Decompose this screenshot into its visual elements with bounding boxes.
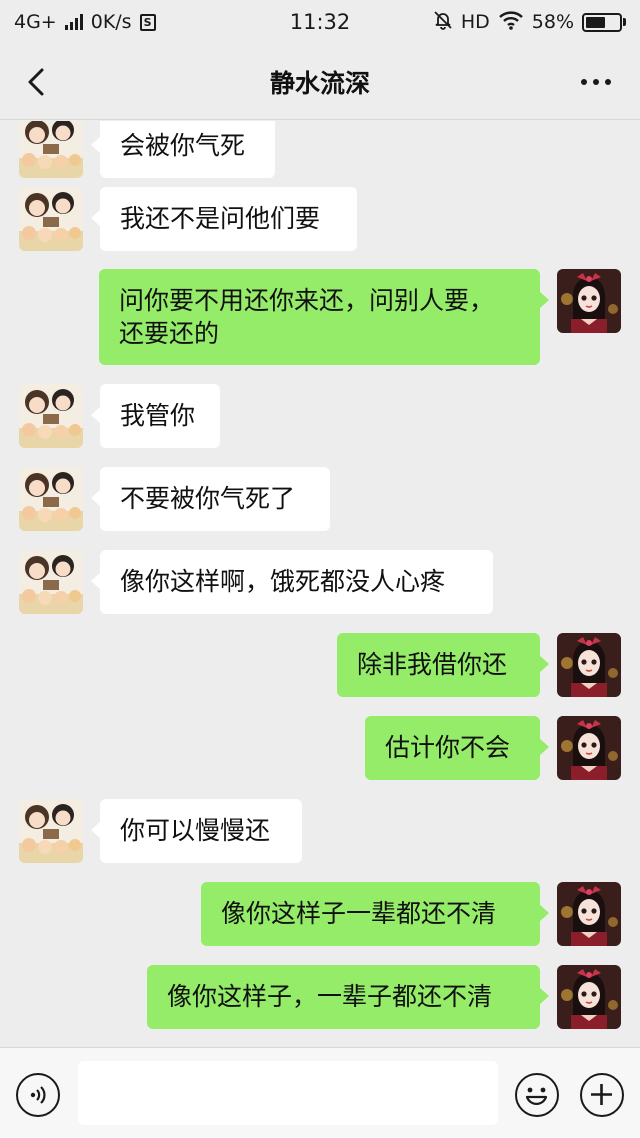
sim-icon: S bbox=[139, 13, 156, 31]
signal-icon bbox=[64, 14, 83, 30]
message-bubble[interactable]: 像你这样啊，饿死都没人心疼 bbox=[91, 550, 493, 614]
wifi-icon bbox=[498, 10, 524, 35]
status-right: HD 58% bbox=[433, 10, 626, 35]
status-bar: 4G+ 0K/s S 11:32 HD 58% bbox=[0, 0, 640, 44]
contact-avatar[interactable] bbox=[19, 550, 83, 614]
incoming-message: 我还不是问他们要 bbox=[0, 187, 640, 251]
message-bubble[interactable]: 不要被你气死了 bbox=[91, 467, 330, 531]
chat-title: 静水流深 bbox=[269, 69, 370, 98]
my-avatar[interactable] bbox=[557, 633, 621, 697]
message-bubble[interactable]: 问你要不用还你来还，问别人要， 还要还的 bbox=[99, 269, 549, 365]
my-avatar[interactable] bbox=[557, 269, 621, 333]
message-list[interactable]: 会被你气死我还不是问他们要问你要不用还你来还，问别人要， 还要还的我管你不要被你… bbox=[0, 121, 640, 1047]
plus-button[interactable] bbox=[580, 1073, 624, 1117]
contact-avatar[interactable] bbox=[19, 799, 83, 863]
my-avatar[interactable] bbox=[557, 882, 621, 946]
outgoing-message: 除非我借你还 bbox=[0, 633, 640, 697]
message-bubble[interactable]: 我还不是问他们要 bbox=[91, 187, 357, 251]
my-avatar[interactable] bbox=[557, 716, 621, 780]
message-bubble[interactable]: 会被你气死 bbox=[91, 121, 275, 178]
battery-icon bbox=[582, 12, 626, 32]
contact-avatar[interactable] bbox=[19, 384, 83, 448]
outgoing-message: 估计你不会 bbox=[0, 716, 640, 780]
my-avatar[interactable] bbox=[557, 965, 621, 1029]
outgoing-message: 像你这样子一辈都还不清 bbox=[0, 882, 640, 946]
contact-avatar[interactable] bbox=[19, 467, 83, 531]
network-type: 4G+ bbox=[14, 11, 57, 33]
message-bubble[interactable]: 像你这样子一辈都还不清 bbox=[201, 882, 549, 946]
emoji-icon bbox=[525, 1087, 548, 1105]
hd-label: HD bbox=[460, 11, 490, 33]
status-left: 4G+ 0K/s S bbox=[14, 11, 156, 33]
chat-header: 静水流深 bbox=[0, 44, 640, 120]
message-bubble[interactable]: 像你这样子，一辈子都还不清 bbox=[147, 965, 549, 1029]
contact-avatar[interactable] bbox=[19, 187, 83, 251]
incoming-message: 你可以慢慢还 bbox=[0, 799, 640, 863]
plus-icon bbox=[591, 1084, 612, 1105]
message-bubble[interactable]: 我管你 bbox=[91, 384, 220, 448]
outgoing-message: 问你要不用还你来还，问别人要， 还要还的 bbox=[0, 269, 640, 365]
incoming-message: 会被你气死 bbox=[0, 121, 640, 178]
network-speed: 0K/s bbox=[90, 11, 132, 33]
incoming-message: 像你这样啊，饿死都没人心疼 bbox=[0, 550, 640, 614]
message-bubble[interactable]: 估计你不会 bbox=[365, 716, 549, 780]
voice-button[interactable] bbox=[16, 1073, 60, 1117]
voice-icon bbox=[30, 1086, 46, 1104]
more-button[interactable] bbox=[574, 64, 618, 100]
contact-avatar[interactable] bbox=[19, 121, 83, 178]
incoming-message: 不要被你气死了 bbox=[0, 467, 640, 531]
outgoing-message: 像你这样子，一辈子都还不清 bbox=[0, 965, 640, 1029]
incoming-message: 我管你 bbox=[0, 384, 640, 448]
message-input[interactable] bbox=[78, 1061, 498, 1125]
mute-bell-icon bbox=[433, 10, 453, 35]
message-bubble[interactable]: 你可以慢慢还 bbox=[91, 799, 302, 863]
emoji-button[interactable] bbox=[515, 1073, 559, 1117]
more-dots-icon bbox=[581, 79, 587, 85]
message-bubble[interactable]: 除非我借你还 bbox=[337, 633, 549, 697]
battery-percent: 58% bbox=[531, 11, 574, 33]
input-bar bbox=[0, 1047, 640, 1138]
